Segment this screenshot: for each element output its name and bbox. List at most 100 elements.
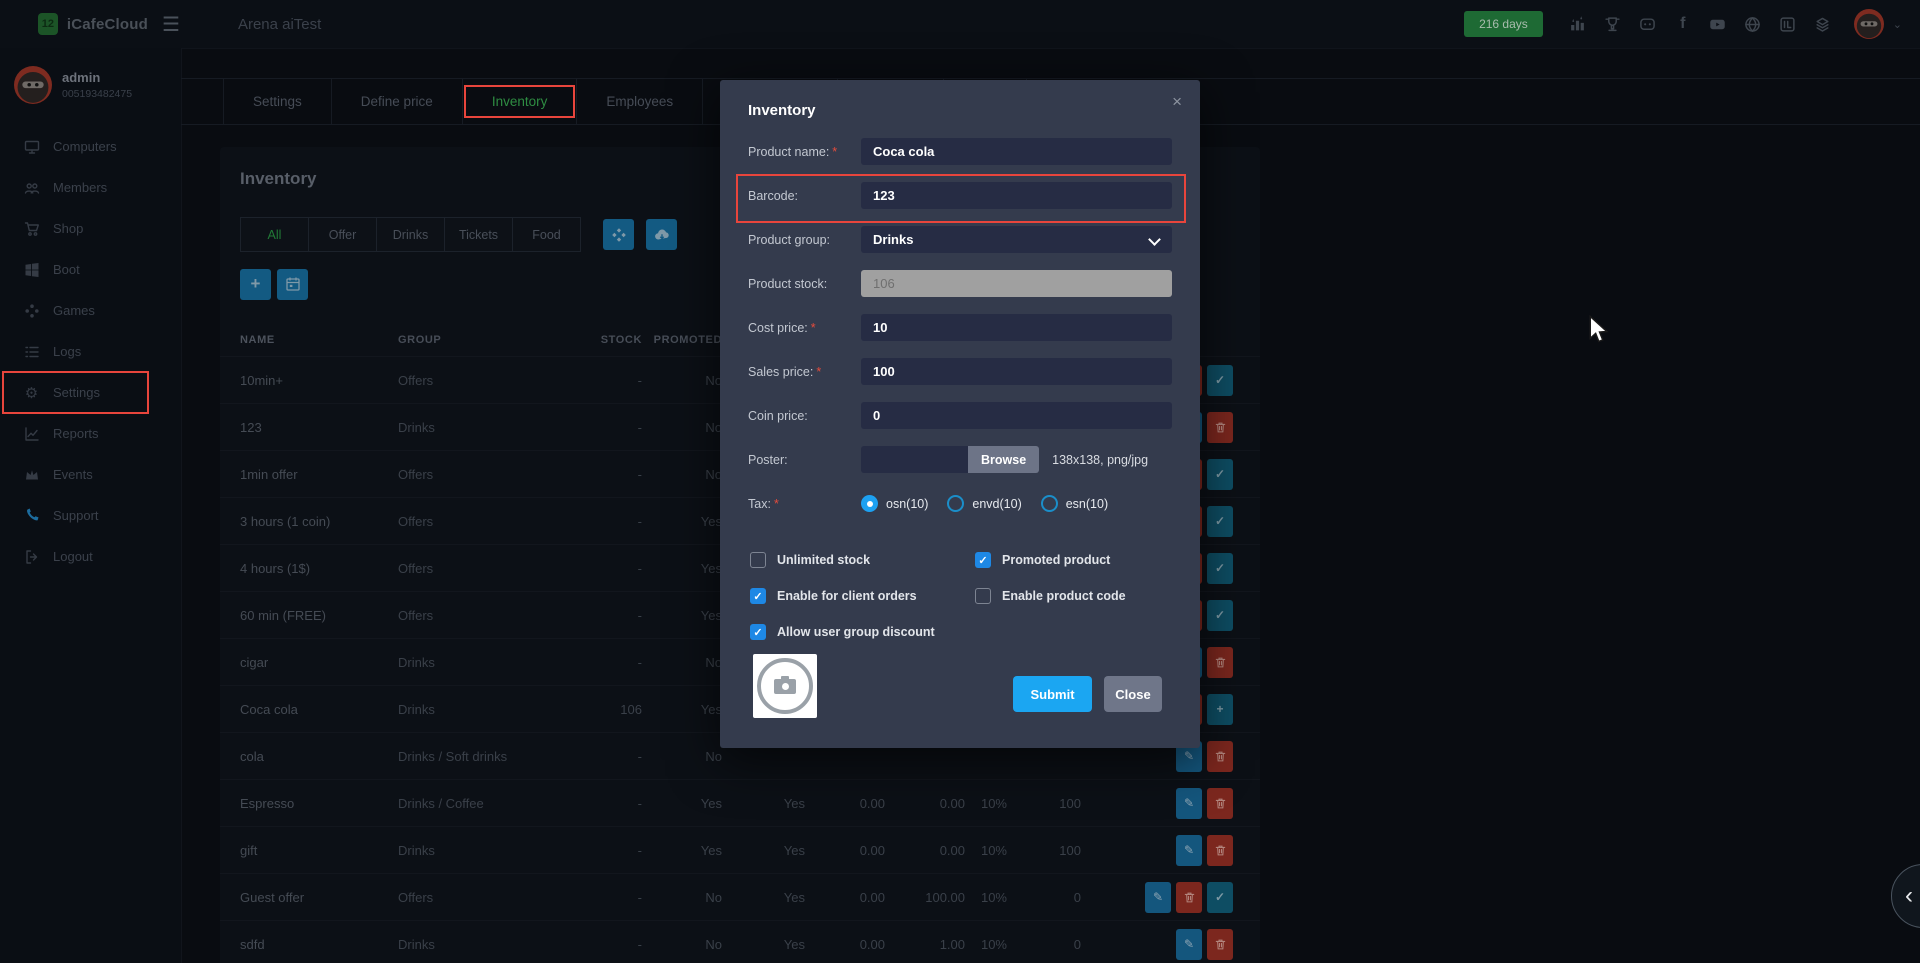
panel-collapse-button[interactable]: ‹ [1891, 864, 1920, 928]
product-group-label: Product group: [748, 233, 830, 247]
modal-close-icon[interactable]: × [1172, 92, 1182, 112]
tab-define-price[interactable]: Define price [332, 79, 463, 124]
sidebar-item-members[interactable]: Members [0, 167, 181, 208]
checkbox-allow-user-group-discount[interactable]: ✓Allow user group discount [750, 614, 975, 650]
field-barcode: Barcode: [748, 182, 1172, 209]
tax-radio-envd10[interactable]: envd(10) [947, 495, 1021, 512]
sidebar-item-support[interactable]: Support [0, 495, 181, 536]
edit-row-button[interactable]: ✎ [1176, 788, 1202, 819]
sidebar-item-logout[interactable]: Logout [0, 536, 181, 577]
sidebar: admin 005193482475 ComputersMembersShopB… [0, 48, 182, 963]
close-button[interactable]: Close [1104, 676, 1162, 712]
sidebar-item-reports[interactable]: Reports [0, 413, 181, 454]
header-name: NAME [220, 334, 398, 346]
barcode-label: Barcode: [748, 189, 798, 203]
sidebar-item-settings[interactable]: ⚙Settings [0, 372, 181, 413]
checkbox-icon [750, 552, 766, 568]
product-stock-label: Product stock: [748, 277, 827, 291]
cost-price-input[interactable] [861, 314, 1172, 341]
mouse-cursor [1588, 315, 1609, 345]
sidebar-item-boot[interactable]: Boot [0, 249, 181, 290]
logout-icon [23, 548, 40, 565]
sidebar-item-events[interactable]: Events [0, 454, 181, 495]
check-row-button[interactable]: ✓ [1207, 600, 1233, 631]
license-days-badge[interactable]: 216 days [1464, 11, 1543, 37]
checkbox-unlimited-stock[interactable]: Unlimited stock [750, 542, 975, 578]
header-group: GROUP [398, 334, 563, 346]
browse-button[interactable]: Browse [968, 446, 1039, 473]
sidebar-item-logs[interactable]: Logs [0, 331, 181, 372]
tab-settings[interactable]: Settings [223, 79, 332, 124]
poster-file-input[interactable] [861, 446, 968, 473]
edit-row-button[interactable]: ✎ [1176, 929, 1202, 960]
facebook-icon[interactable]: f [1673, 14, 1693, 34]
tax-radio-group: osn(10) envd(10) esn(10) [861, 495, 1108, 512]
discord-icon[interactable] [1638, 14, 1658, 34]
edit-row-button[interactable]: ✎ [1145, 882, 1171, 913]
layers-icon[interactable] [1813, 14, 1833, 34]
calendar-icon [285, 276, 301, 292]
add-product-button[interactable]: + [240, 269, 271, 300]
brand-logo[interactable]: 12 iCafeCloud [38, 13, 148, 35]
sidebar-avatar [14, 66, 52, 104]
trophy-icon[interactable] [1603, 14, 1623, 34]
chevron-left-icon: ‹ [1905, 882, 1913, 910]
coin-price-input[interactable] [861, 402, 1172, 429]
delete-row-button[interactable] [1207, 929, 1233, 960]
members-icon [23, 179, 40, 196]
product-name-input[interactable] [861, 138, 1172, 165]
filter-all[interactable]: All [240, 217, 309, 252]
check-row-button[interactable]: ✓ [1207, 553, 1233, 584]
tab-inventory[interactable]: Inventory [463, 79, 578, 124]
cost-price-label: Cost price: [748, 321, 808, 335]
stats-icon[interactable] [1568, 14, 1588, 34]
delete-row-button[interactable] [1176, 882, 1202, 913]
check-row-button[interactable]: ✓ [1207, 365, 1233, 396]
icafe-icon[interactable] [1778, 14, 1798, 34]
modal-buttons: Submit Close [1013, 676, 1162, 712]
globe-icon[interactable] [1743, 14, 1763, 34]
tax-radio-esn10[interactable]: esn(10) [1041, 495, 1108, 512]
menu-toggle-icon[interactable]: ☰ [162, 12, 180, 37]
delete-row-button[interactable] [1207, 412, 1233, 443]
delete-row-button[interactable] [1207, 835, 1233, 866]
check-row-button[interactable]: ✓ [1207, 506, 1233, 537]
radio-icon [947, 495, 964, 512]
check-row-button[interactable]: ✓ [1207, 882, 1233, 913]
sales-price-input[interactable] [861, 358, 1172, 385]
product-group-select[interactable]: Drinks [861, 226, 1172, 253]
product-groups-button[interactable] [603, 219, 634, 250]
youtube-icon[interactable] [1708, 14, 1728, 34]
sidebar-item-shop[interactable]: Shop [0, 208, 181, 249]
poster-thumbnail[interactable] [753, 654, 817, 718]
chevron-down-icon[interactable]: ⌄ [1893, 18, 1902, 31]
field-sales-price: Sales price:* [748, 358, 1172, 385]
checkbox-enable-product-code[interactable]: Enable product code [975, 578, 1175, 614]
filter-drinks[interactable]: Drinks [376, 217, 445, 252]
filter-food[interactable]: Food [512, 217, 581, 252]
app-root: 12 iCafeCloud ☰ Arena aiTest 216 days f … [0, 0, 1920, 963]
checkbox-enable-for-client-orders[interactable]: ✓Enable for client orders [750, 578, 975, 614]
filter-offer[interactable]: Offer [308, 217, 377, 252]
computers-icon [23, 138, 40, 155]
delete-row-button[interactable] [1207, 741, 1233, 772]
calendar-button[interactable] [277, 269, 308, 300]
sidebar-item-computers[interactable]: Computers [0, 126, 181, 167]
submit-button[interactable]: Submit [1013, 676, 1092, 712]
sidebar-item-games[interactable]: Games [0, 290, 181, 331]
check-row-button[interactable]: ✓ [1207, 459, 1233, 490]
delete-row-button[interactable] [1207, 788, 1233, 819]
sidebar-user[interactable]: admin 005193482475 [0, 48, 181, 118]
barcode-input[interactable] [861, 182, 1172, 209]
export-button[interactable] [646, 219, 677, 250]
tax-label: Tax: [748, 497, 771, 511]
tab-employees[interactable]: Employees [577, 79, 703, 124]
plus-row-button[interactable]: + [1207, 694, 1233, 725]
edit-row-button[interactable]: ✎ [1176, 835, 1202, 866]
checkbox-promoted-product[interactable]: ✓Promoted product [975, 542, 1175, 578]
brand-logo-icon: 12 [38, 13, 58, 35]
delete-row-button[interactable] [1207, 647, 1233, 678]
filter-tickets[interactable]: Tickets [444, 217, 513, 252]
tax-radio-osn10[interactable]: osn(10) [861, 495, 928, 512]
user-avatar[interactable] [1854, 9, 1884, 39]
